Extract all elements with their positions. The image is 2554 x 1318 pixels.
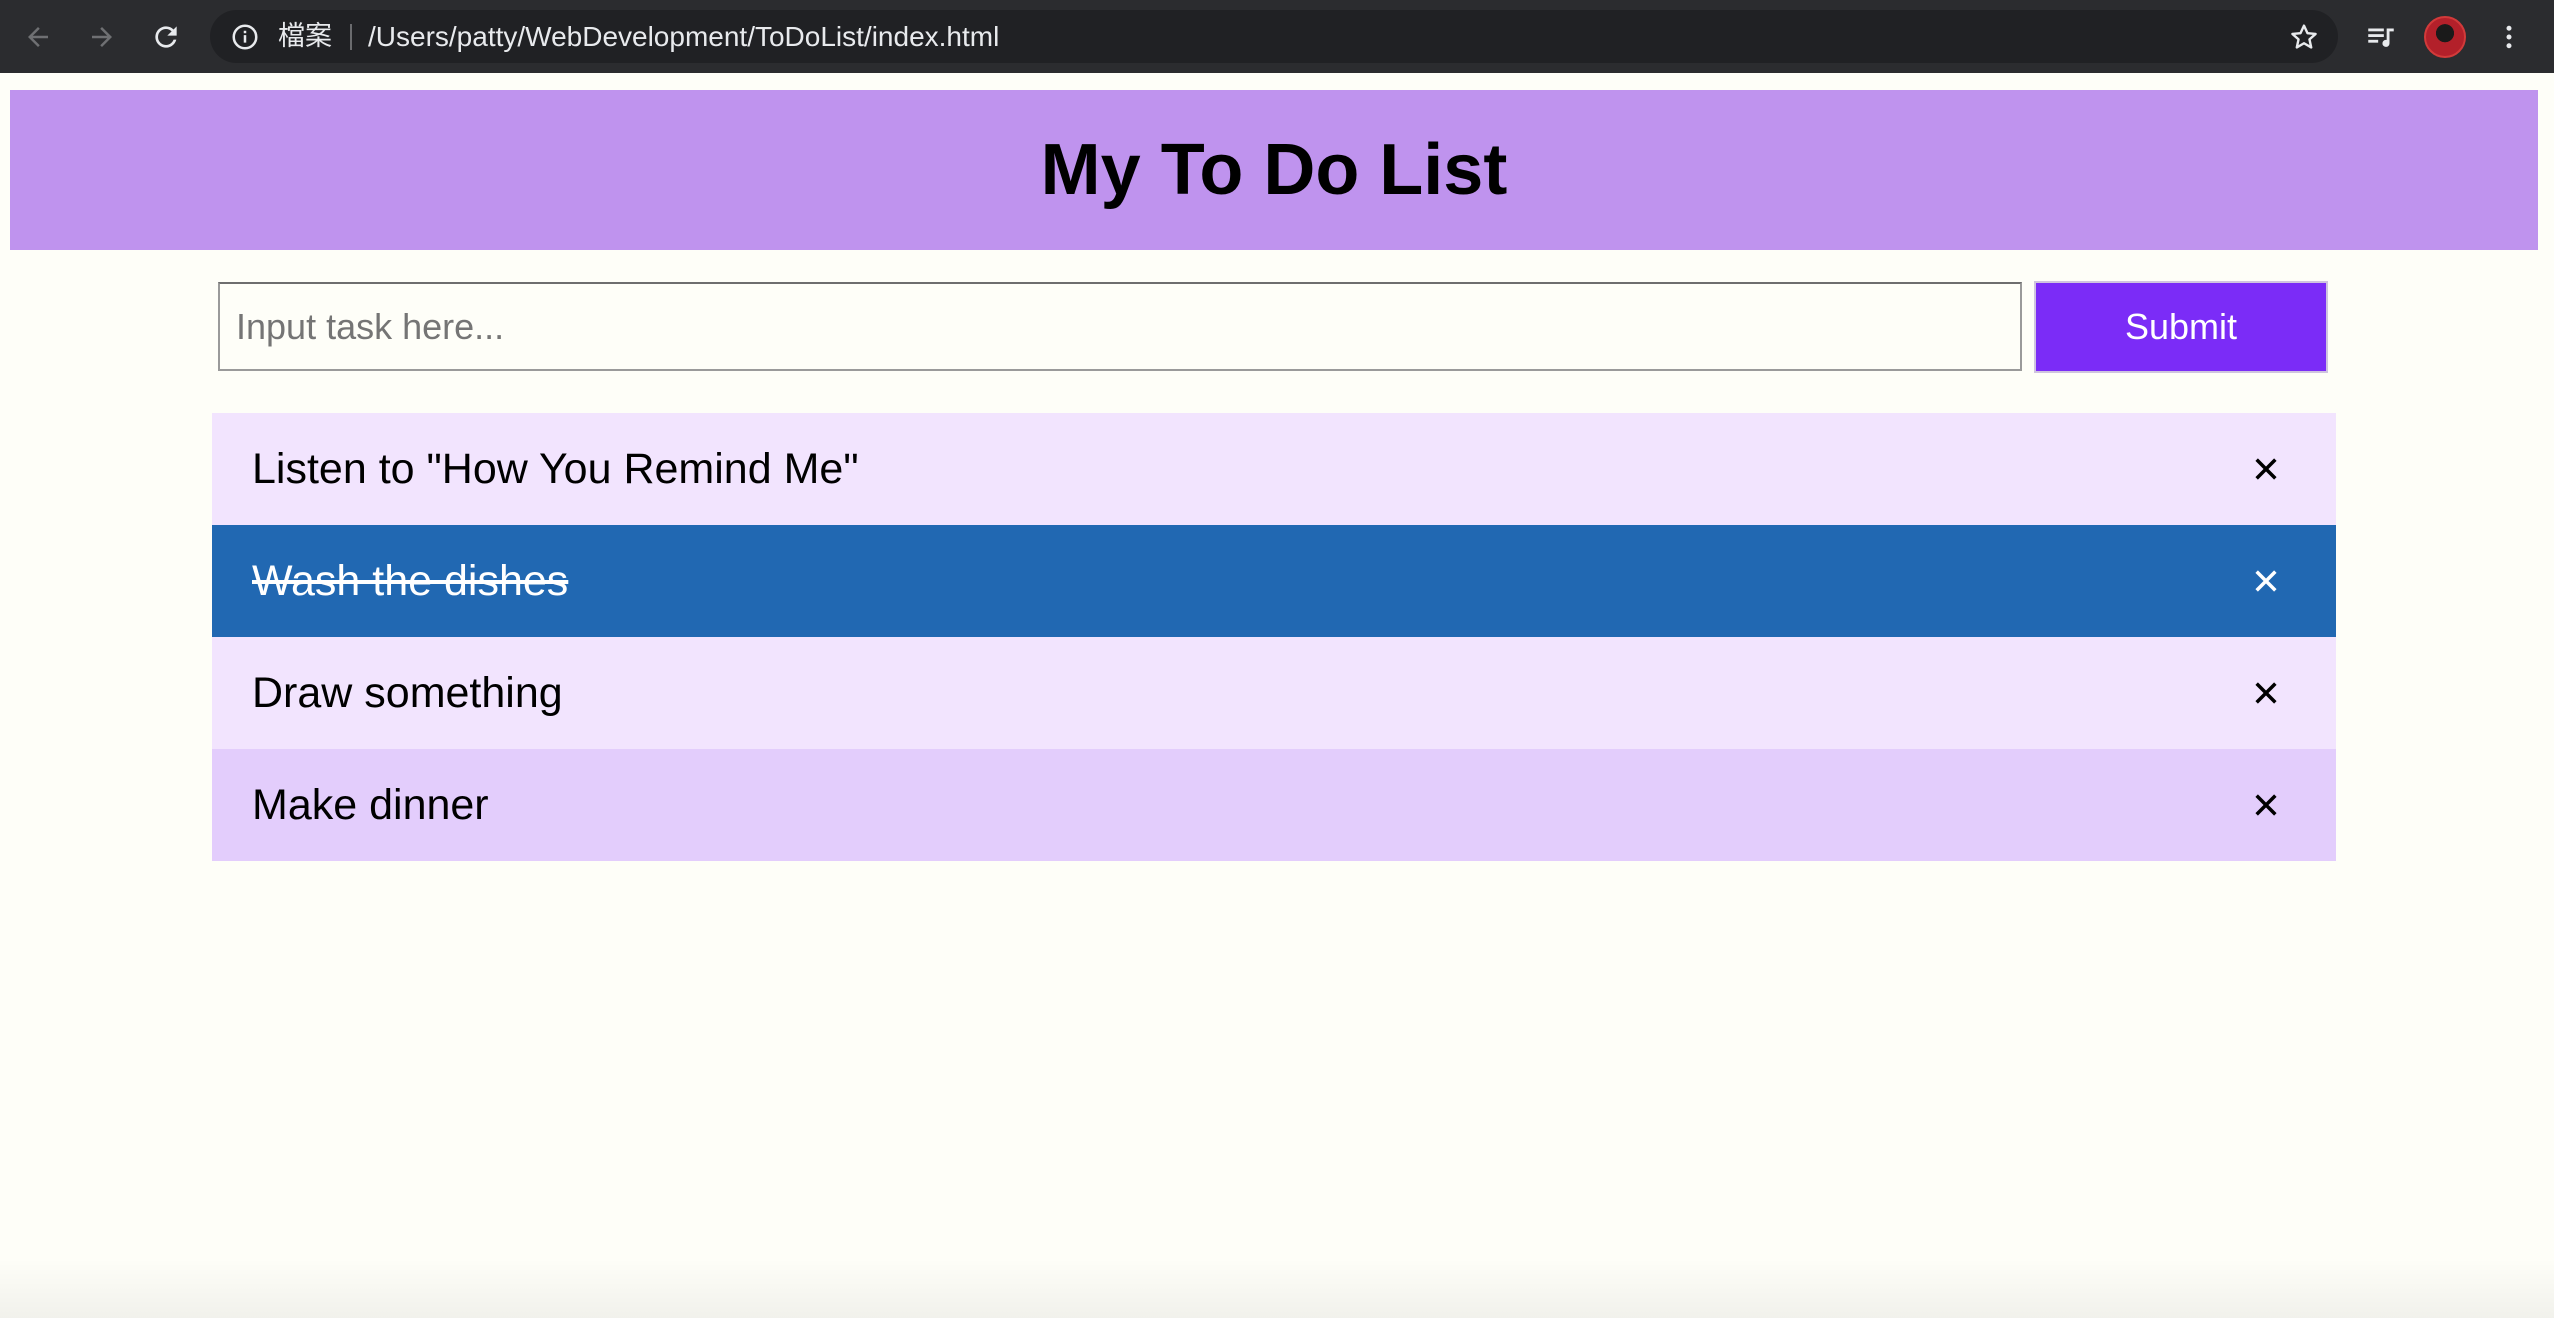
list-item-label: Wash the dishes [252,556,569,605]
arrow-right-icon [92,26,112,47]
address-bar[interactable]: 檔案 /Users/patty/WebDevelopment/ToDoList/… [210,10,2338,63]
browser-toolbar: 檔案 /Users/patty/WebDevelopment/ToDoList/… [0,0,2554,73]
list-item[interactable]: Wash the dishes [212,525,2336,637]
scheme-label: 檔案 [278,21,332,52]
todo-list: Listen to "How You Remind Me" Wash the d… [212,413,2336,861]
page-header: My To Do List [10,90,2538,250]
address-divider [350,24,352,50]
list-item-label: Make dinner [252,780,489,829]
avatar[interactable] [2424,15,2466,58]
list-item-label: Listen to "How You Remind Me" [252,444,859,493]
close-icon[interactable] [2246,785,2286,825]
list-item-label: Draw something [252,668,563,717]
star-icon[interactable] [2288,21,2320,53]
close-icon[interactable] [2246,449,2286,489]
url-text[interactable]: /Users/patty/WebDevelopment/ToDoList/ind… [368,10,999,63]
info-icon[interactable] [230,22,260,52]
playlist-music-icon [2368,28,2394,47]
list-item[interactable]: Make dinner [212,749,2336,861]
page-bottom-shadow [0,1258,2554,1318]
arrow-left-icon [28,26,48,47]
task-input[interactable] [218,282,2022,371]
reload-icon [155,25,177,48]
list-item[interactable]: Draw something [212,637,2336,749]
menu-button[interactable] [2484,0,2534,73]
close-icon[interactable] [2246,561,2286,601]
profile-button[interactable] [2420,0,2470,73]
reload-button[interactable] [136,0,196,73]
close-icon[interactable] [2246,673,2286,713]
forward-button[interactable] [72,0,132,73]
media-button[interactable] [2356,0,2406,73]
more-vertical-icon [2506,25,2512,48]
back-button[interactable] [8,0,68,73]
list-item[interactable]: Listen to "How You Remind Me" [212,413,2336,525]
submit-button[interactable]: Submit [2034,281,2328,373]
page-title: My To Do List [1040,130,1508,210]
